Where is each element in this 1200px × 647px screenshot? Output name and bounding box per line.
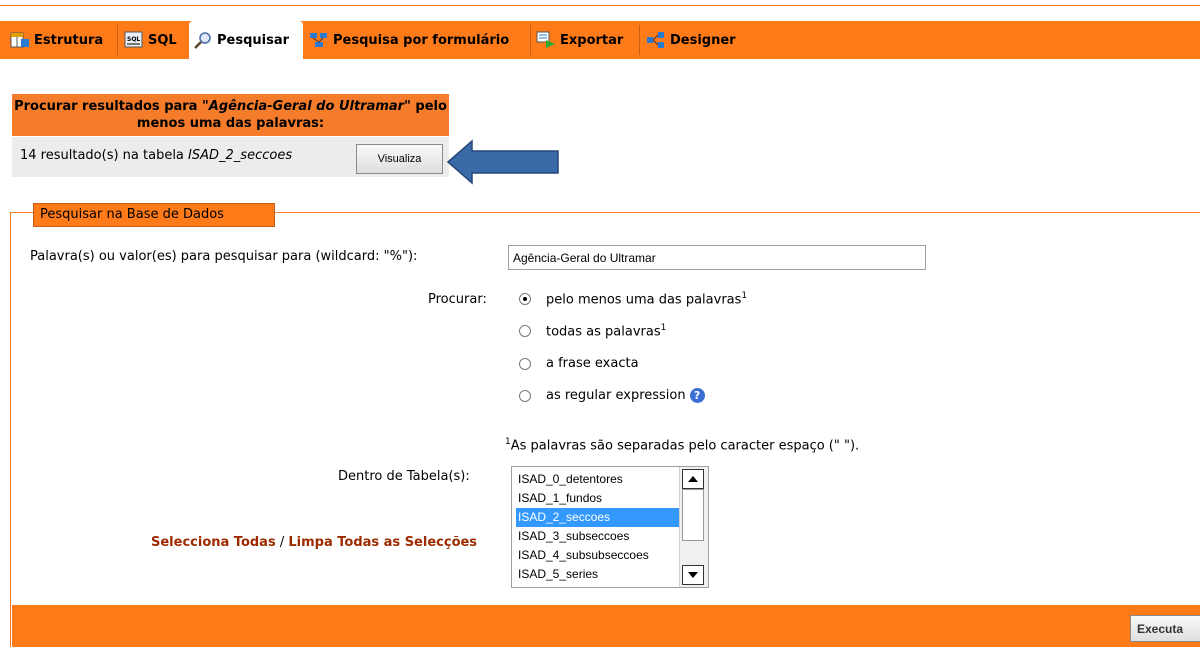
tab-label: Exportar (560, 32, 624, 48)
results-header: Procurar resultados para "Agência-Geral … (12, 94, 449, 136)
svg-text:SQL: SQL (127, 36, 140, 43)
select-all-link[interactable]: Selecciona Todas (151, 535, 276, 550)
listbox-scrollbar[interactable] (679, 467, 708, 587)
executa-button[interactable]: Executa (1130, 615, 1200, 642)
tables-listbox[interactable]: ISAD_0_detentores ISAD_1_fundos ISAD_2_s… (511, 466, 709, 588)
list-item[interactable]: ISAD_5_series (516, 565, 684, 584)
scroll-thumb[interactable] (682, 489, 704, 541)
radio-regex[interactable] (519, 390, 531, 402)
tab-label: Designer (670, 32, 736, 48)
tab-label: Estrutura (34, 32, 104, 48)
scroll-up-button[interactable] (682, 469, 704, 489)
arrow-down-icon (688, 572, 698, 578)
results-table-name: ISAD_2_seccoes (188, 148, 293, 163)
table-structure-icon (10, 31, 30, 49)
scroll-down-button[interactable] (682, 565, 704, 585)
results-count: 14 resultado(s) na tabela ISAD_2_seccoes (20, 148, 293, 163)
link-separator: / (275, 535, 289, 550)
query-form-icon (309, 31, 329, 49)
sql-icon: SQL (124, 31, 144, 49)
selection-links: Selecciona Todas / Limpa Todas as Selecç… (151, 535, 477, 550)
fieldset-legend: Pesquisar na Base de Dados (33, 203, 275, 227)
list-item[interactable]: ISAD_3_subseccoes (516, 527, 684, 546)
visualiza-button[interactable]: Visualiza (356, 144, 443, 174)
tab-estrutura[interactable]: Estrutura (6, 21, 116, 59)
list-item[interactable]: ISAD_4_subsubseccoes (516, 546, 684, 565)
search-term: Agência-Geral do Ultramar (208, 99, 405, 114)
list-item[interactable]: ISAD_0_detentores (516, 470, 684, 489)
arrow-up-icon (688, 476, 698, 482)
pointer-arrow-icon (446, 139, 559, 185)
designer-icon (646, 31, 666, 49)
tab-designer[interactable]: Designer (642, 21, 742, 59)
magnifier-icon (193, 31, 213, 49)
export-icon (536, 31, 556, 49)
tab-sql[interactable]: SQL SQL (120, 21, 186, 59)
footnote: 1As palavras são separadas pelo caracter… (505, 437, 860, 454)
radio-all-words[interactable] (519, 325, 531, 337)
tab-exportar[interactable]: Exportar (532, 21, 638, 59)
tab-pesquisa-por-formulario[interactable]: Pesquisa por formulário (305, 21, 529, 59)
tab-bar: Estrutura SQL SQL Pesquisar Pesquisa por… (0, 21, 1200, 59)
list-item[interactable]: ISAD_1_fundos (516, 489, 684, 508)
search-input[interactable] (508, 245, 926, 270)
tab-pesquisar[interactable]: Pesquisar (189, 21, 303, 59)
tables-label: Dentro de Tabela(s): (338, 469, 470, 484)
tab-label: Pesquisar (217, 32, 290, 48)
fieldset-border-left (10, 212, 11, 647)
help-icon[interactable]: ? (689, 388, 705, 403)
search-label: Palavra(s) ou valor(es) para pesquisar p… (30, 249, 418, 264)
tab-label: Pesquisa por formulário (333, 32, 510, 48)
tab-label: SQL (148, 32, 177, 48)
top-divider (0, 5, 1200, 6)
clear-all-link[interactable]: Limpa Todas as Selecções (288, 535, 477, 550)
radio-label-any-word: pelo menos uma das palavras1 (546, 291, 748, 308)
form-footer (12, 605, 1200, 647)
radio-label-exact-phrase: a frase exacta (546, 356, 639, 371)
radio-any-word[interactable] (519, 293, 531, 305)
radio-label-all-words: todas as palavras1 (546, 323, 667, 340)
radio-exact-phrase[interactable] (519, 358, 531, 370)
list-item-selected[interactable]: ISAD_2_seccoes (516, 508, 684, 527)
find-label: Procurar: (428, 292, 487, 307)
radio-label-regex: as regular expression? (546, 388, 705, 403)
